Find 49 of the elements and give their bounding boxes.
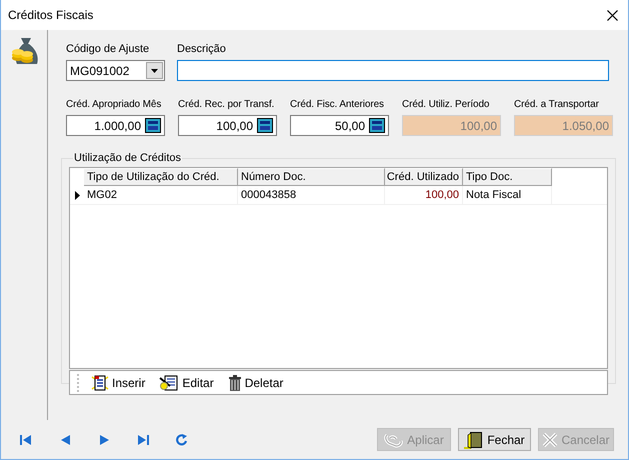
amount-field[interactable]: 100,00 (178, 115, 277, 136)
group-title: Utilização de Créditos (73, 152, 182, 164)
amount-value: 1.000,00 (94, 118, 141, 132)
column-header[interactable]: Tipo de Utilização do Créd. (84, 168, 238, 186)
next-icon[interactable] (100, 434, 108, 444)
field-label: Créd. a Transportar (514, 98, 600, 111)
table-cell: MG02 (84, 186, 238, 204)
last-record-icon[interactable] (137, 434, 149, 444)
adjustment-code-dropdown[interactable]: MG091002 (66, 60, 165, 81)
close-button[interactable]: Fechar (458, 428, 531, 451)
field-label: Créd. Apropriado Mês (66, 98, 162, 111)
insert-tool-button[interactable]: Inserir (91, 374, 146, 390)
field-label: Descrição (177, 43, 227, 56)
column-header[interactable]: Créd. Utilizado (385, 168, 463, 186)
money-bag-icon (11, 36, 39, 66)
field-label: Créd. Utiliz. Período (402, 98, 490, 111)
column-header[interactable]: Tipo Doc. (463, 168, 552, 186)
description-field[interactable] (177, 60, 609, 81)
column-header[interactable]: Número Doc. (238, 168, 385, 186)
amount-value: 50,00 (334, 118, 365, 132)
previous-icon[interactable] (60, 434, 70, 444)
table-cell: 100,00 (385, 186, 463, 204)
caret-icon (151, 68, 158, 72)
amount-value: 1.050,00 (562, 118, 609, 132)
field-label: Créd. Rec. por Transf. (178, 98, 276, 111)
dropdown-value: MG091002 (70, 64, 130, 78)
refresh-icon[interactable] (176, 434, 188, 446)
field-label: Código de Ajuste (66, 43, 150, 56)
amount-field[interactable]: 50,00 (290, 115, 389, 136)
delete-tool-button[interactable]: Deletar (228, 374, 284, 390)
handshake-icon (384, 432, 404, 448)
cancel-icon (542, 432, 558, 448)
amount-value: 100,00 (216, 118, 253, 132)
field-label: Créd. Fisc. Anteriores (290, 98, 385, 111)
edit-tool-button[interactable]: Editar (159, 374, 214, 390)
table-cell: Nota Fiscal (463, 186, 552, 204)
table-cell: 000043858 (238, 186, 385, 204)
calculator-icon[interactable] (257, 118, 273, 133)
amount-value: 100,00 (460, 118, 497, 132)
first-record-icon[interactable] (20, 434, 32, 444)
calculator-icon[interactable] (369, 118, 385, 133)
amount-field[interactable]: 1.000,00 (66, 115, 165, 136)
document-icon (91, 374, 109, 390)
calculator-icon[interactable] (145, 118, 161, 133)
edit-document-icon (159, 374, 180, 390)
window-title: Créditos Fiscais (8, 8, 94, 22)
trash-icon (228, 374, 242, 390)
close-icon[interactable] (607, 10, 618, 20)
door-icon (464, 430, 484, 448)
